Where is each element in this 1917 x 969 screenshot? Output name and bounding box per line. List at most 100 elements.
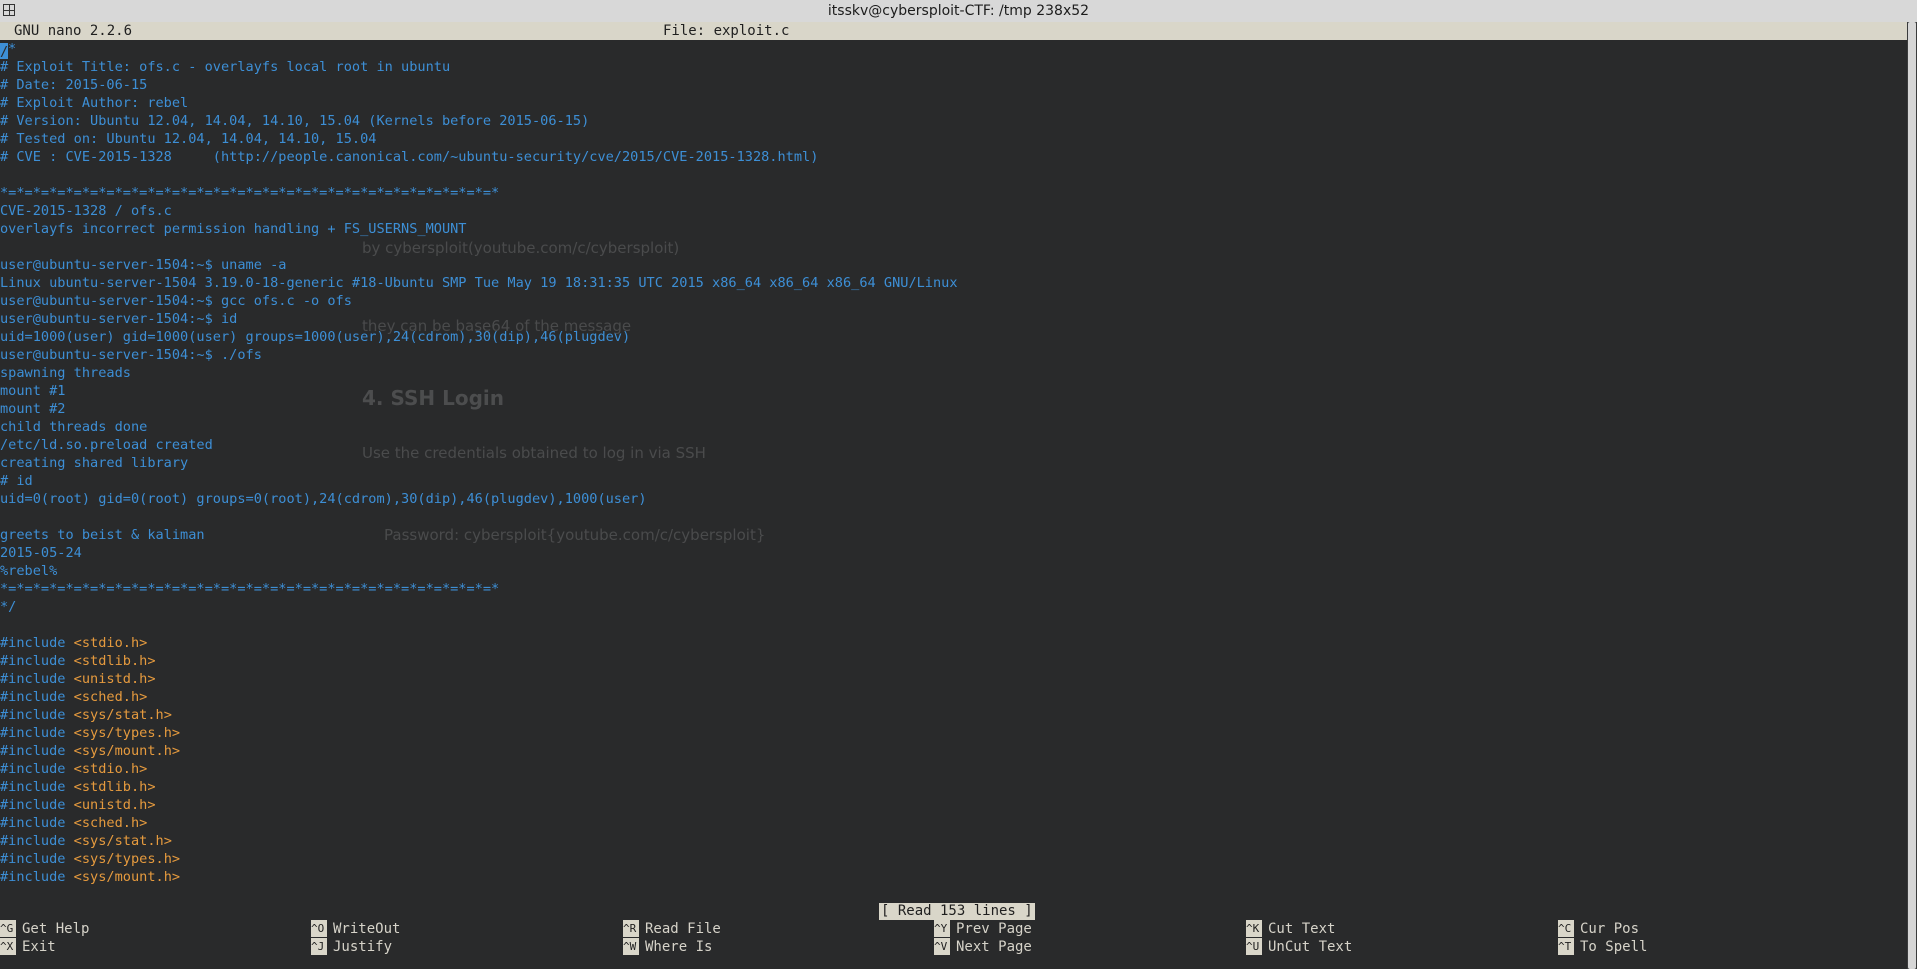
code-text: user@ubuntu-server-1504:~$ ./ofs xyxy=(0,347,262,363)
shortcut-label: Justify xyxy=(333,939,393,955)
code-line: *=*=*=*=*=*=*=*=*=*=*=*=*=*=*=*=*=*=*=*=… xyxy=(0,184,1905,202)
code-line: overlayfs incorrect permission handling … xyxy=(0,220,1905,238)
editor-text-area[interactable]: /* # Exploit Title: ofs.c - overlayfs loc… xyxy=(0,40,1905,908)
code-line: child threads done xyxy=(0,418,1905,436)
code-text: #include xyxy=(0,761,74,777)
shortcut-to-spell[interactable]: ^T To Spell xyxy=(1558,938,1647,956)
shortcut-uncut-text[interactable]: ^U UnCut Text xyxy=(1246,938,1352,956)
code-text: #include xyxy=(0,689,74,705)
code-text: mount #1 xyxy=(0,383,66,399)
code-text: # Version: Ubuntu 12.04, 14.04, 14.10, 1… xyxy=(0,113,590,129)
code-text: #include xyxy=(0,635,74,651)
code-line: #include <sys/stat.h> xyxy=(0,706,1905,724)
code-line: # Tested on: Ubuntu 12.04, 14.04, 14.10,… xyxy=(0,130,1905,148)
shortcut-cur-pos[interactable]: ^C Cur Pos xyxy=(1558,920,1639,938)
shortcut-label: Next Page xyxy=(956,939,1032,955)
code-line: Linux ubuntu-server-1504 3.19.0-18-gener… xyxy=(0,274,1905,292)
shortcut-read-file[interactable]: ^R Read File xyxy=(623,920,721,938)
shortcut-label: Where Is xyxy=(645,939,713,955)
shortcut-key: ^O xyxy=(311,920,327,937)
code-text: # Tested on: Ubuntu 12.04, 14.04, 14.10,… xyxy=(0,131,377,147)
code-line: # Version: Ubuntu 12.04, 14.04, 14.10, 1… xyxy=(0,112,1905,130)
code-text: #include xyxy=(0,725,74,741)
terminal-window: itsskv@cybersploit-CTF: /tmp 238x52 by c… xyxy=(0,0,1917,969)
scrollbar[interactable] xyxy=(1907,22,1917,969)
shortcut-key: ^K xyxy=(1246,920,1262,937)
code-text: overlayfs incorrect permission handling … xyxy=(0,221,467,237)
title-bar: itsskv@cybersploit-CTF: /tmp 238x52 xyxy=(0,0,1917,23)
code-text: *=*=*=*=*=*=*=*=*=*=*=*=*=*=*=*=*=*=*=*=… xyxy=(0,185,500,201)
code-text: CVE-2015-1328 / ofs.c xyxy=(0,203,172,219)
code-text: Linux ubuntu-server-1504 3.19.0-18-gener… xyxy=(0,275,958,291)
include-header: <sys/types.h> xyxy=(73,851,181,867)
shortcut-label: Cur Pos xyxy=(1580,921,1640,937)
code-text: 2015-05-24 xyxy=(0,545,82,561)
code-line: 2015-05-24 xyxy=(0,544,1905,562)
shortcut-justify[interactable]: ^J Justify xyxy=(311,938,392,956)
shortcut-label: WriteOut xyxy=(333,921,401,937)
nano-header: GNU nano 2.2.6 File: exploit.c xyxy=(0,22,1907,40)
shortcut-prev-page[interactable]: ^Y Prev Page xyxy=(934,920,1032,938)
shortcut-key: ^R xyxy=(623,920,639,937)
include-header: <sys/stat.h> xyxy=(73,833,172,849)
code-line: user@ubuntu-server-1504:~$ ./ofs xyxy=(0,346,1905,364)
code-text: */ xyxy=(0,599,17,615)
shortcut-key: ^J xyxy=(311,938,327,955)
code-line: user@ubuntu-server-1504:~$ uname -a xyxy=(0,256,1905,274)
scrollbar-thumb[interactable] xyxy=(1908,22,1916,969)
code-text: #include xyxy=(0,707,74,723)
code-text: # id xyxy=(0,473,33,489)
code-line: #include <unistd.h> xyxy=(0,796,1905,814)
include-header: <sys/stat.h> xyxy=(73,707,172,723)
code-line: #include <sys/mount.h> xyxy=(0,868,1905,886)
code-line: spawning threads xyxy=(0,364,1905,382)
window-menu-icon[interactable] xyxy=(3,4,15,16)
code-line: #include <sys/types.h> xyxy=(0,724,1905,742)
code-line: /etc/ld.so.preload created xyxy=(0,436,1905,454)
shortcut-label: To Spell xyxy=(1580,939,1648,955)
include-header: <stdlib.h> xyxy=(73,653,156,669)
shortcut-next-page[interactable]: ^V Next Page xyxy=(934,938,1032,956)
code-text: #include xyxy=(0,851,74,867)
include-header: <sys/mount.h> xyxy=(73,869,181,885)
code-line: # id xyxy=(0,472,1905,490)
shortcut-key: ^T xyxy=(1558,938,1574,955)
code-text: #include xyxy=(0,743,74,759)
shortcut-key: ^X xyxy=(0,938,16,955)
shortcut-get-help[interactable]: ^G Get Help xyxy=(0,920,89,938)
code-text: spawning threads xyxy=(0,365,131,381)
code-line: # Exploit Author: rebel xyxy=(0,94,1905,112)
shortcut-label: Read File xyxy=(645,921,721,937)
code-line: mount #2 xyxy=(0,400,1905,418)
code-text: creating shared library xyxy=(0,455,189,471)
code-line: # Exploit Title: ofs.c - overlayfs local… xyxy=(0,58,1905,76)
code-text: # Date: 2015-06-15 xyxy=(0,77,148,93)
shortcut-key: ^G xyxy=(0,920,16,937)
shortcut-key: ^U xyxy=(1246,938,1262,955)
shortcut-key: ^Y xyxy=(934,920,950,937)
shortcut-where-is[interactable]: ^W Where Is xyxy=(623,938,712,956)
shortcut-cut-text[interactable]: ^K Cut Text xyxy=(1246,920,1335,938)
shortcut-label: Prev Page xyxy=(956,921,1032,937)
code-text: /etc/ld.so.preload created xyxy=(0,437,213,453)
text-cursor: / xyxy=(0,43,9,60)
include-header: <unistd.h> xyxy=(73,671,156,687)
shortcut-writeout[interactable]: ^O WriteOut xyxy=(311,920,400,938)
shortcut-exit[interactable]: ^X Exit xyxy=(0,938,56,956)
code-text: uid=0(root) gid=0(root) groups=0(root),2… xyxy=(0,491,647,507)
code-line: #include <sys/types.h> xyxy=(0,850,1905,868)
shortcut-label: Exit xyxy=(22,939,56,955)
code-text: mount #2 xyxy=(0,401,66,417)
code-line: #include <sched.h> xyxy=(0,688,1905,706)
code-line: %rebel% xyxy=(0,562,1905,580)
code-text: %rebel% xyxy=(0,563,58,579)
code-text: * xyxy=(8,41,17,57)
code-text: # Exploit Title: ofs.c - overlayfs local… xyxy=(0,59,451,75)
code-line: creating shared library xyxy=(0,454,1905,472)
include-header: <stdlib.h> xyxy=(73,779,156,795)
code-line: */ xyxy=(0,598,1905,616)
include-header: <sys/mount.h> xyxy=(73,743,181,759)
